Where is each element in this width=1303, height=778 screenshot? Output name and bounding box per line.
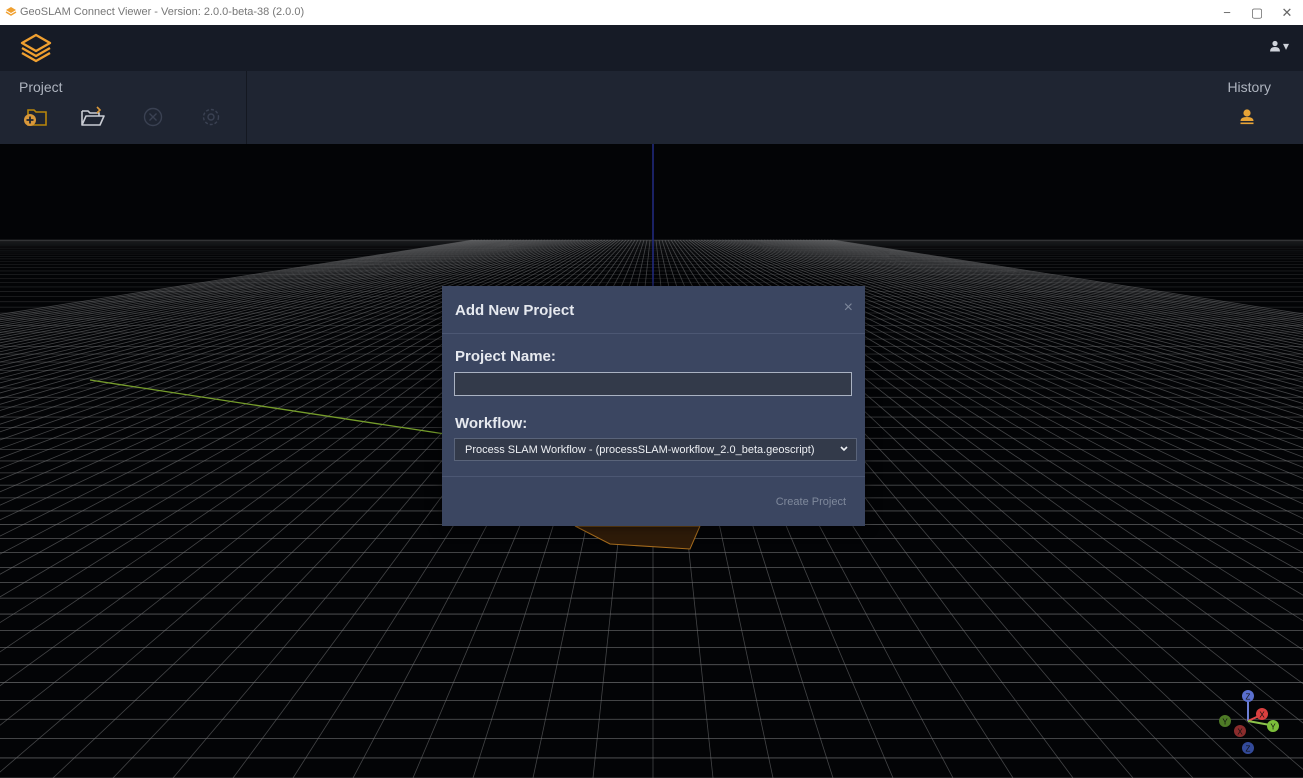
app-header: ▾ (0, 25, 1303, 71)
window-title: GeoSLAM Connect Viewer - Version: 2.0.0-… (20, 6, 305, 18)
maximize-button[interactable]: ▢ (1242, 0, 1272, 25)
workflow-selected-value: Process SLAM Workflow - (processSLAM-wor… (465, 443, 815, 456)
close-icon: ✕ (1281, 4, 1293, 20)
app-logo-icon (5, 7, 17, 16)
minimize-button[interactable]: − (1212, 0, 1242, 25)
axis-orientation-gizmo[interactable]: Z X Y X Y Z (1213, 686, 1283, 756)
gizmo-x-label: X (1259, 711, 1265, 720)
dialog-footer: Create Project (442, 476, 865, 527)
geoslam-brand-icon[interactable] (19, 32, 53, 64)
minimize-icon: − (1223, 5, 1231, 20)
window-titlebar: GeoSLAM Connect Viewer - Version: 2.0.0-… (0, 0, 1303, 25)
close-project-button[interactable] (138, 103, 168, 131)
toolbar-divider (246, 71, 247, 144)
open-folder-icon (81, 106, 105, 126)
workflow-select[interactable]: Process SLAM Workflow - (processSLAM-wor… (454, 438, 857, 461)
project-name-input[interactable] (454, 372, 852, 396)
gear-icon (202, 108, 220, 126)
create-project-button[interactable]: Create Project (776, 496, 846, 508)
dialog-close-button[interactable]: × (844, 299, 853, 317)
new-project-button[interactable] (20, 103, 50, 131)
chevron-down-icon (840, 446, 848, 452)
open-project-button[interactable] (78, 103, 108, 131)
user-icon (1269, 40, 1280, 52)
history-user-icon (1240, 109, 1254, 125)
dialog-header: Add New Project × (442, 286, 865, 334)
add-new-project-dialog: Add New Project × Project Name: Workflow… (442, 286, 865, 526)
workflow-label: Workflow: (455, 415, 528, 432)
dialog-title: Add New Project (455, 302, 575, 319)
close-window-button[interactable]: ✕ (1272, 0, 1302, 25)
close-circle-icon (143, 107, 163, 127)
project-settings-button[interactable] (196, 103, 226, 131)
user-menu-button[interactable]: ▾ (1269, 39, 1289, 53)
gizmo-y-label: Y (1270, 723, 1276, 732)
gizmo-z-neg-label: Z (1246, 745, 1251, 754)
history-button[interactable] (1232, 103, 1262, 131)
gizmo-z-label: Z (1246, 693, 1251, 702)
maximize-icon: ▢ (1250, 4, 1264, 20)
project-section-label: Project (19, 79, 63, 95)
project-name-label: Project Name: (455, 348, 556, 365)
history-section-label: History (1227, 79, 1271, 95)
new-folder-icon (24, 109, 47, 126)
user-menu-caret-icon: ▾ (1282, 39, 1289, 53)
gizmo-x-neg-label: X (1237, 728, 1243, 737)
gizmo-y-neg-label: Y (1222, 718, 1228, 727)
project-toolbar: Project History (0, 71, 1303, 144)
